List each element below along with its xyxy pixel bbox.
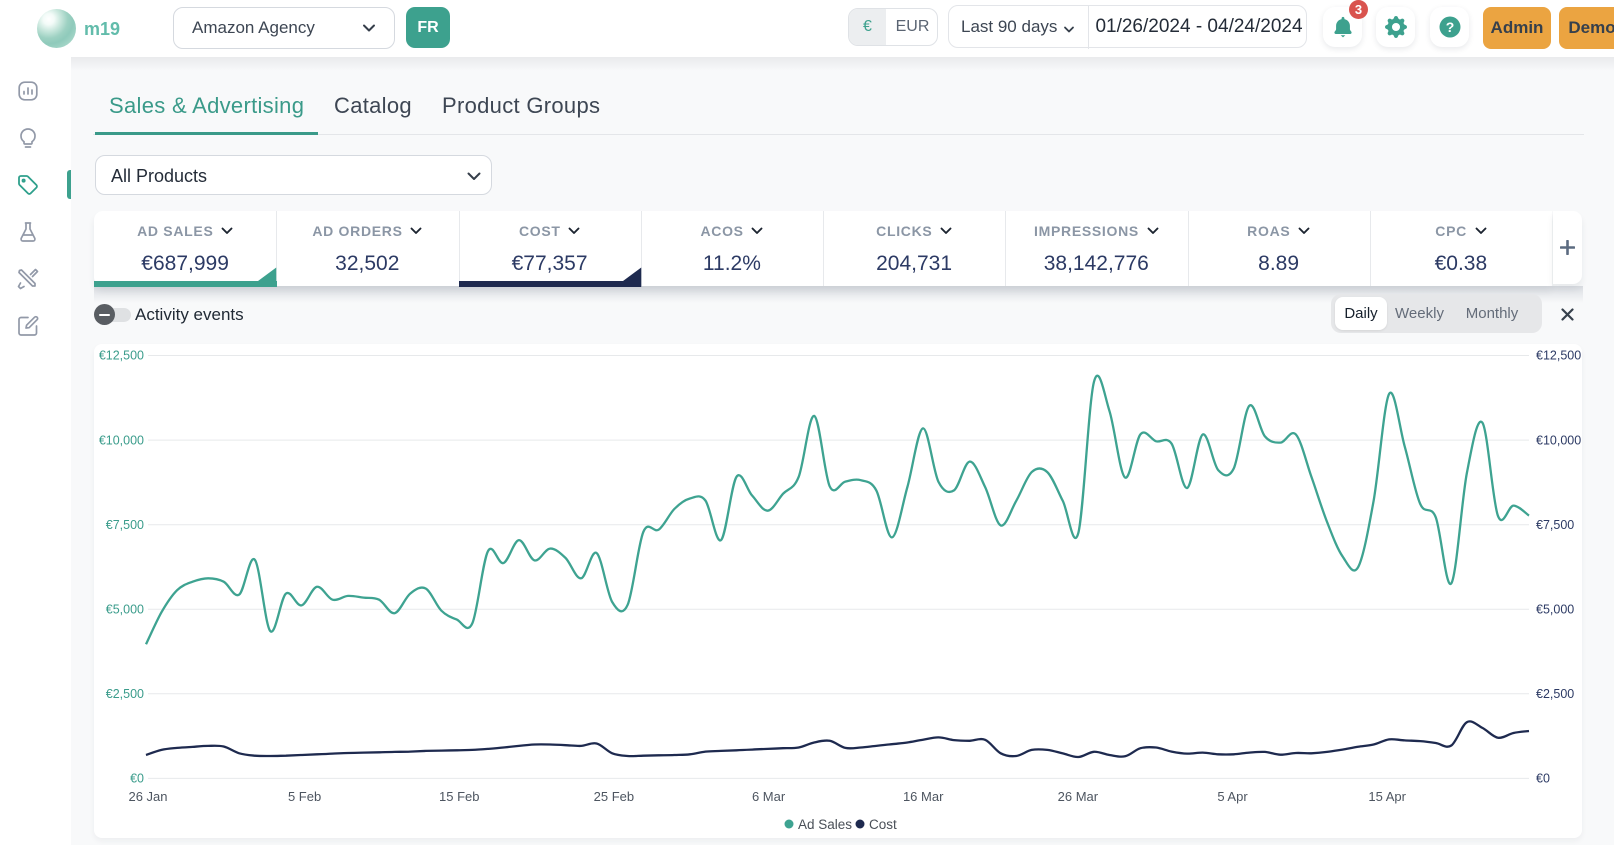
svg-text:?: ? [1445, 19, 1454, 35]
